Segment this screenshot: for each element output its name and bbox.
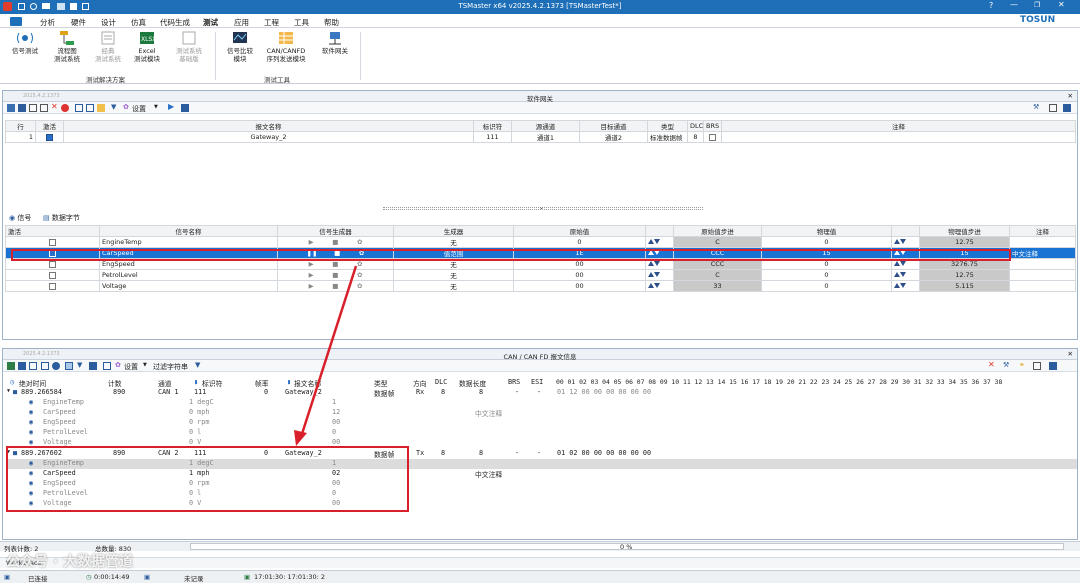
list-status-bar: 列表计数: 2 总数量: 830 0 % (0, 541, 1080, 553)
connection-icon: ▣ (4, 573, 11, 581)
progress-text: 0 % (620, 543, 633, 551)
timestamp: 17:01:30: 17:01:30: 2 (254, 573, 326, 581)
watermark: 公众号 · 大数据管道 (6, 554, 134, 570)
record-status: 未记录 (184, 575, 204, 583)
workspace-tab-bar: Workspace (0, 557, 1080, 568)
timestamp-icon: ▣ (244, 573, 251, 581)
annotation-arrow (294, 265, 358, 446)
app-status-bar: ▣ 已连接 ◷ 0:00:14:49 ▣ 未记录 ▣ 17:01:30: 17:… (0, 570, 1080, 583)
clock-icon: ◷ (86, 573, 92, 581)
connection-status: 已连接 (28, 575, 48, 583)
record-icon: ▣ (144, 573, 151, 581)
elapsed-time: 0:00:14:49 (94, 573, 130, 581)
